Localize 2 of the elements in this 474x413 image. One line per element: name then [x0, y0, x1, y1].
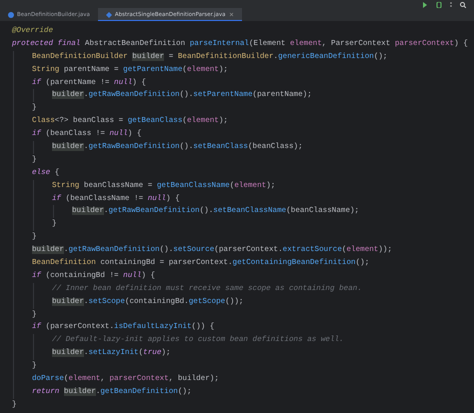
close-icon[interactable] [228, 12, 234, 17]
search-icon[interactable] [460, 2, 466, 8]
